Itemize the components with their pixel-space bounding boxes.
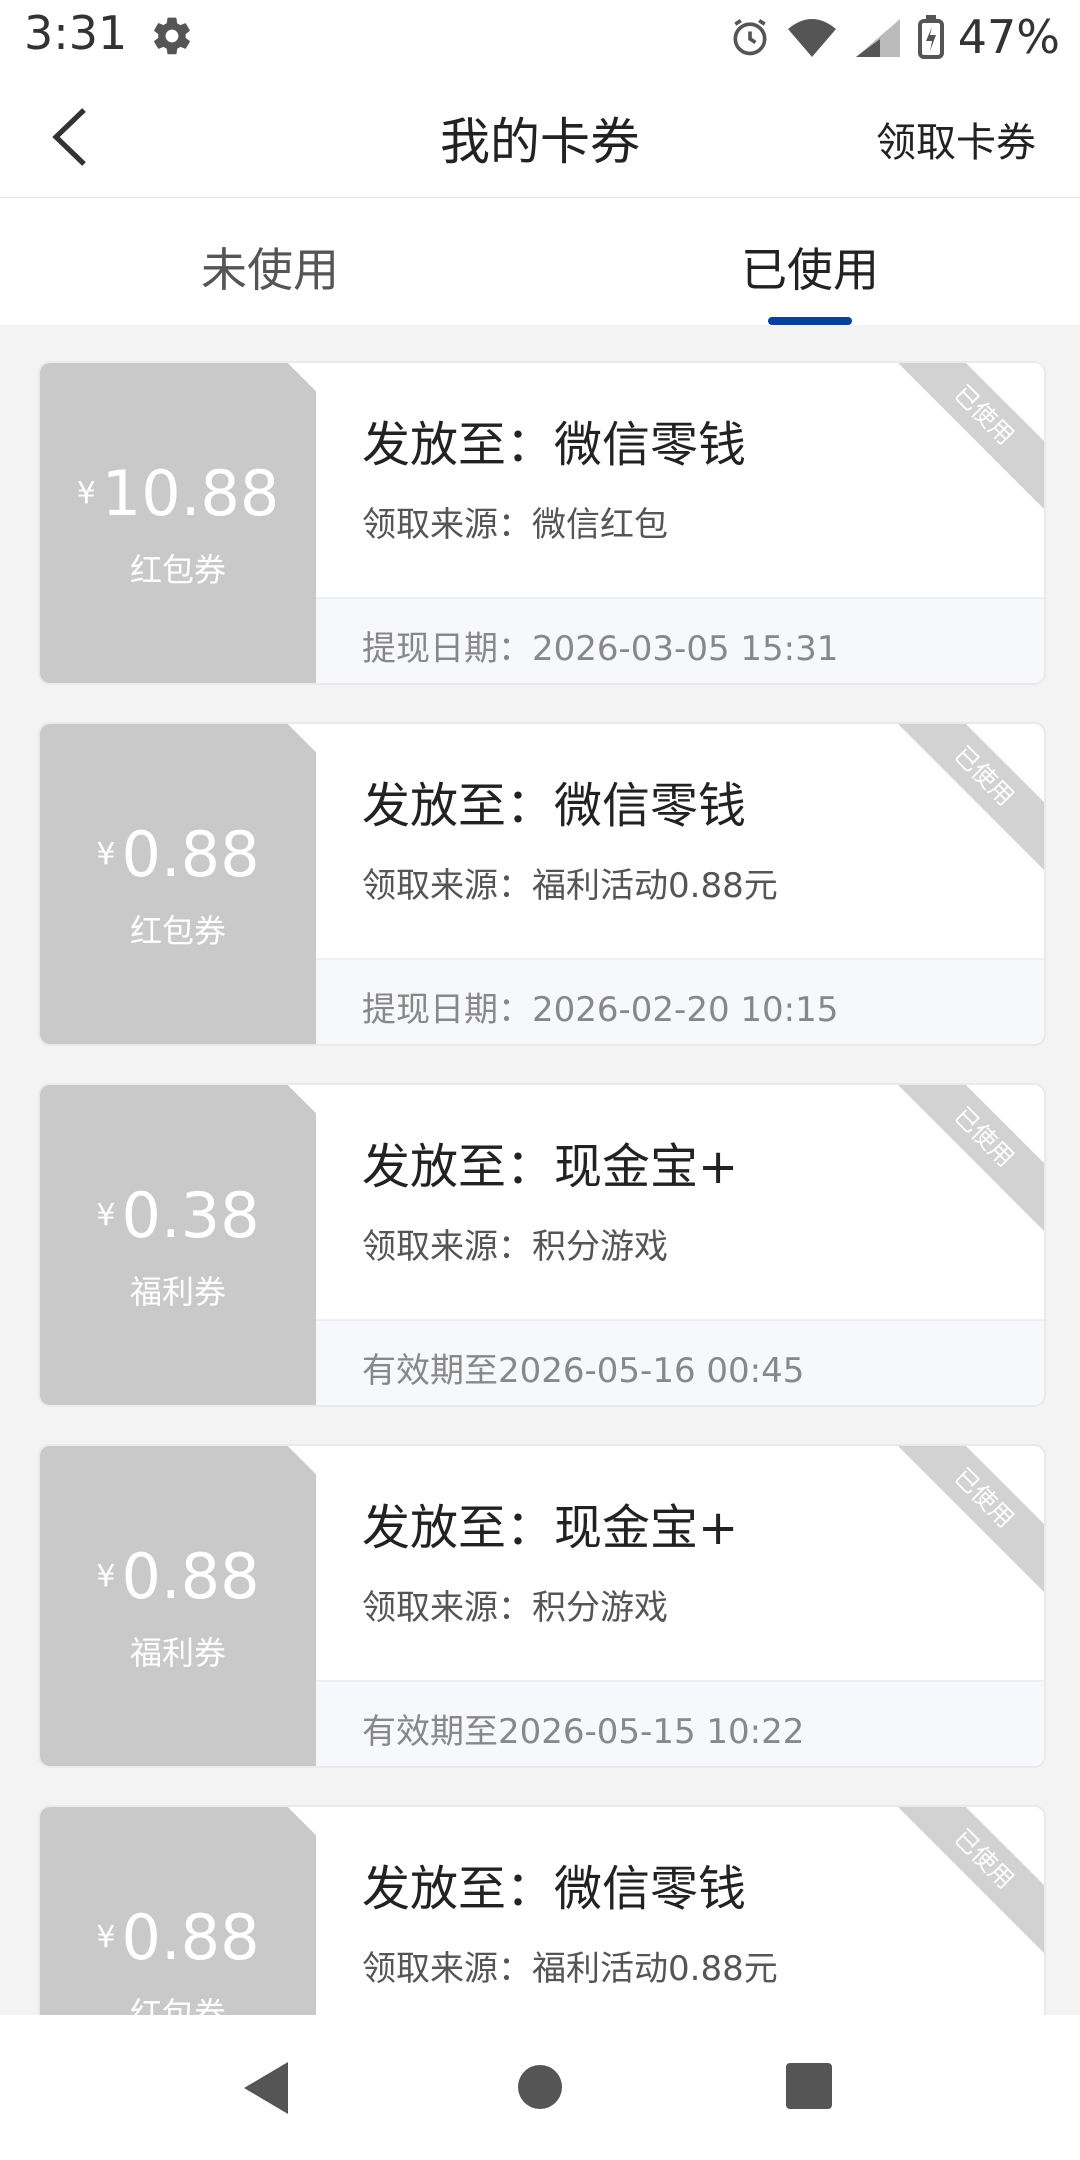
coupon-amount: ¥10.88 bbox=[40, 457, 316, 530]
coupon-destination: 发放至：微信零钱 bbox=[362, 1861, 747, 1917]
coupon-details: 发放至：微信零钱 领取来源：福利活动0.88元 提现日期：2026-02-20 … bbox=[316, 724, 1044, 1044]
battery-percent: 47% bbox=[957, 10, 1060, 64]
coupon-footer: 提现日期：2026-02-20 10:15 bbox=[316, 958, 1044, 1044]
coupon-card[interactable]: ¥0.38 福利券 发放至：现金宝+ 领取来源：积分游戏 有效期至2026-05… bbox=[38, 1083, 1046, 1407]
currency-symbol: ¥ bbox=[96, 1198, 116, 1233]
coupon-footer: 有效期至2026-05-15 10:22 bbox=[316, 1680, 1044, 1766]
coupon-source: 领取来源：微信红包 bbox=[362, 505, 668, 545]
coupon-list[interactable]: ¥10.88 红包券 发放至：微信零钱 领取来源：微信红包 提现日期：2026-… bbox=[0, 325, 1080, 2015]
signal-icon bbox=[855, 19, 900, 57]
alarm-icon bbox=[733, 18, 767, 56]
coupon-amount: ¥0.38 bbox=[40, 1179, 316, 1252]
tab-unused-label: 未使用 bbox=[201, 243, 339, 297]
amount-value: 10.88 bbox=[101, 457, 280, 530]
coupon-destination: 发放至：现金宝+ bbox=[362, 1500, 739, 1556]
coupon-source: 领取来源：福利活动0.88元 bbox=[362, 866, 778, 906]
tab-used-label: 已使用 bbox=[741, 243, 879, 297]
coupon-amount: ¥0.88 bbox=[40, 818, 316, 891]
chevron-left-icon bbox=[52, 108, 86, 166]
coupon-amount: ¥0.88 bbox=[40, 1901, 316, 1974]
coupon-card[interactable]: ¥10.88 红包券 发放至：微信零钱 领取来源：微信红包 提现日期：2026-… bbox=[38, 361, 1046, 685]
coupon-source: 领取来源：积分游戏 bbox=[362, 1227, 668, 1267]
coupon-footer: 提现日期：2026-03-05 15:31 bbox=[316, 597, 1044, 683]
coupon-amount-panel: ¥0.88 福利券 bbox=[40, 1446, 316, 1766]
coupon-destination: 发放至：微信零钱 bbox=[362, 778, 747, 834]
status-bar: 3:31 47% bbox=[0, 0, 1080, 72]
gear-icon bbox=[154, 17, 190, 55]
coupon-destination: 发放至：微信零钱 bbox=[362, 417, 747, 473]
status-time: 3:31 bbox=[24, 6, 128, 60]
currency-symbol: ¥ bbox=[96, 837, 116, 872]
wifi-icon bbox=[787, 19, 836, 57]
tab-unused[interactable]: 未使用 bbox=[0, 198, 540, 325]
coupon-date: 提现日期：2026-03-05 15:31 bbox=[362, 629, 839, 669]
coupon-type: 福利券 bbox=[129, 1634, 226, 1672]
coupon-amount-panel: ¥10.88 红包券 bbox=[40, 363, 316, 683]
coupon-date: 有效期至2026-05-15 10:22 bbox=[362, 1712, 805, 1752]
coupon-date: 有效期至2026-05-16 00:45 bbox=[362, 1351, 805, 1391]
app-header: 我的卡券 领取卡券 bbox=[0, 72, 1080, 198]
battery-icon bbox=[917, 15, 944, 59]
back-button[interactable] bbox=[40, 102, 100, 172]
tab-active-indicator bbox=[768, 317, 852, 325]
coupon-card[interactable]: ¥0.88 红包券 发放至：微信零钱 领取来源：福利活动0.88元 提现日期：2… bbox=[38, 722, 1046, 1046]
coupon-amount-panel: ¥0.88 红包券 bbox=[40, 1807, 316, 2015]
coupon-details: 发放至：现金宝+ 领取来源：积分游戏 有效期至2026-05-16 00:45 bbox=[316, 1085, 1044, 1405]
coupon-details: 发放至：微信零钱 领取来源：微信红包 提现日期：2026-03-05 15:31 bbox=[316, 363, 1044, 683]
currency-symbol: ¥ bbox=[76, 476, 96, 511]
coupon-card[interactable]: ¥0.88 红包券 发放至：微信零钱 领取来源：福利活动0.88元 已使用 bbox=[38, 1805, 1046, 2015]
currency-symbol: ¥ bbox=[96, 1920, 116, 1955]
coupon-amount-panel: ¥0.38 福利券 bbox=[40, 1085, 316, 1405]
tab-bar: 未使用 已使用 bbox=[0, 198, 1080, 325]
home-circle-icon[interactable] bbox=[518, 2065, 562, 2109]
coupon-date: 提现日期：2026-02-20 10:15 bbox=[362, 990, 839, 1030]
coupon-source: 领取来源：积分游戏 bbox=[362, 1588, 668, 1628]
coupon-type: 福利券 bbox=[129, 1273, 226, 1311]
coupon-amount: ¥0.88 bbox=[40, 1540, 316, 1613]
system-nav-bar bbox=[0, 2015, 1080, 2160]
coupon-destination: 发放至：现金宝+ bbox=[362, 1139, 739, 1195]
coupon-type: 红包券 bbox=[129, 912, 226, 950]
coupon-footer: 有效期至2026-05-16 00:45 bbox=[316, 1319, 1044, 1405]
tab-used[interactable]: 已使用 bbox=[540, 198, 1080, 325]
recents-square-icon[interactable] bbox=[786, 2063, 832, 2109]
coupon-card[interactable]: ¥0.88 福利券 发放至：现金宝+ 领取来源：积分游戏 有效期至2026-05… bbox=[38, 1444, 1046, 1768]
coupon-amount-panel: ¥0.88 红包券 bbox=[40, 724, 316, 1044]
coupon-source: 领取来源：福利活动0.88元 bbox=[362, 1949, 778, 1989]
claim-coupons-link[interactable]: 领取卡券 bbox=[876, 110, 1036, 168]
amount-value: 0.88 bbox=[121, 1901, 260, 1974]
coupon-details: 发放至：现金宝+ 领取来源：积分游戏 有效期至2026-05-15 10:22 bbox=[316, 1446, 1044, 1766]
amount-value: 0.88 bbox=[121, 818, 260, 891]
amount-value: 0.38 bbox=[121, 1179, 260, 1252]
coupon-type: 红包券 bbox=[129, 551, 226, 589]
coupon-type: 红包券 bbox=[129, 1995, 226, 2015]
currency-symbol: ¥ bbox=[96, 1559, 116, 1594]
back-triangle-icon[interactable] bbox=[240, 2060, 290, 2116]
amount-value: 0.88 bbox=[121, 1540, 260, 1613]
status-indicators: 47% bbox=[728, 10, 1060, 64]
